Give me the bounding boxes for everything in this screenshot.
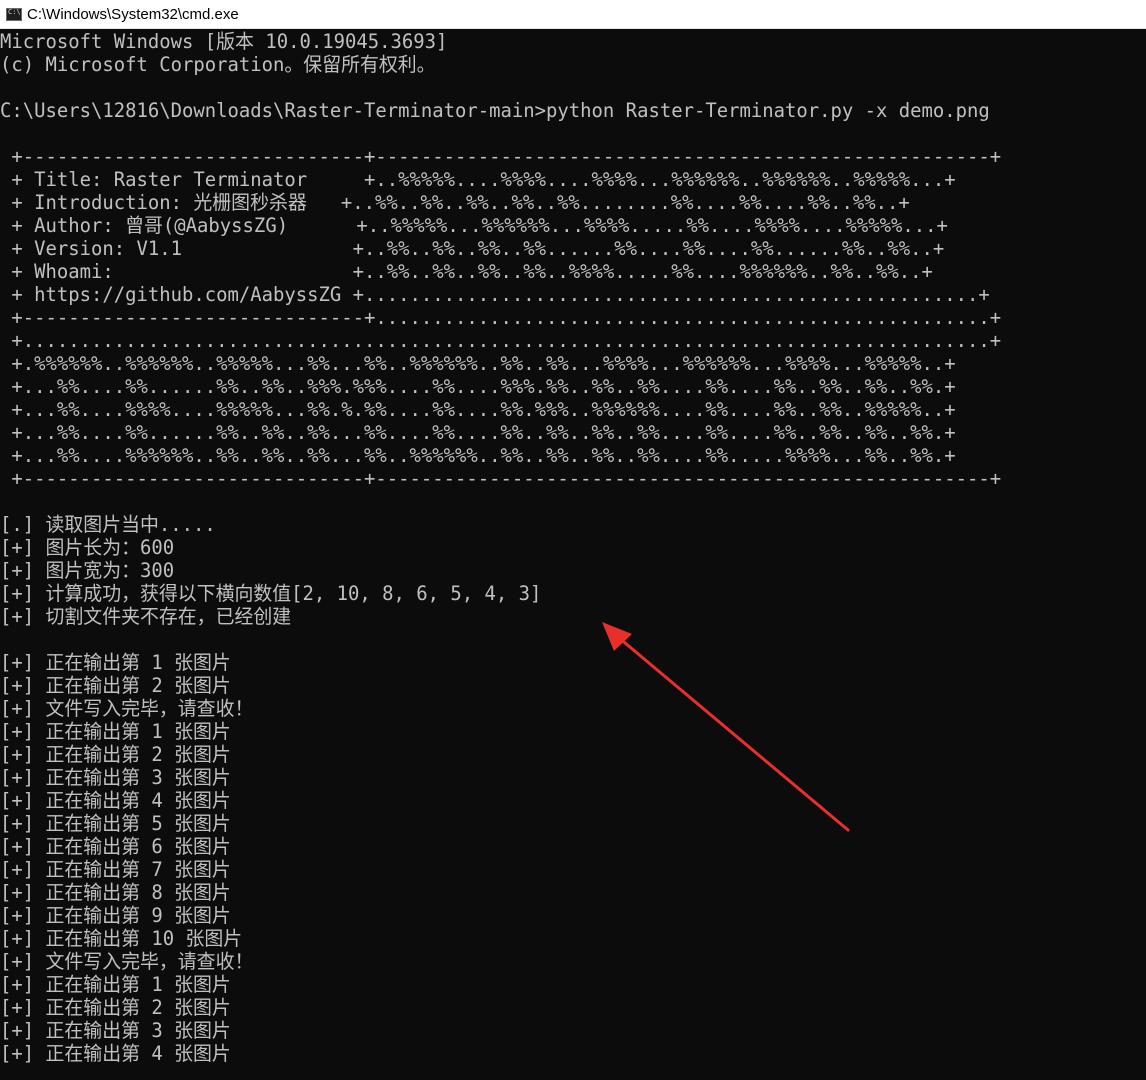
annotation-arrow — [602, 622, 850, 832]
arrow-shaft — [610, 630, 850, 832]
cmd-window: C:\Windows\System32\cmd.exe Microsoft Wi… — [0, 0, 1146, 1080]
